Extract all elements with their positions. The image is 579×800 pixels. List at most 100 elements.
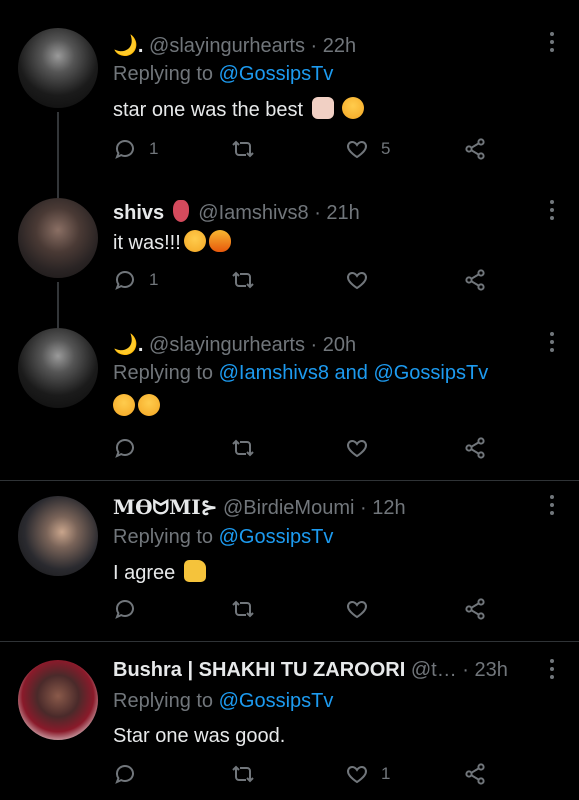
reply-button[interactable] [113, 436, 149, 460]
tweet-header: shivs @Iamshivs8 · 21h [113, 200, 360, 225]
tweet-actions: 1 [113, 268, 493, 298]
retweet-button[interactable] [231, 436, 267, 460]
like-button[interactable]: 5 [345, 137, 390, 161]
tweet-text: Star one was good. [113, 725, 286, 747]
display-name[interactable]: Bushra | SHAKHI TU ZAROORI [113, 659, 405, 681]
thread-line [57, 190, 59, 198]
timestamp[interactable]: · 22h [311, 35, 357, 57]
thumbs-up-emoji [183, 560, 206, 582]
retweet-icon [231, 436, 255, 460]
share-button[interactable] [463, 597, 487, 621]
more-icon[interactable] [549, 495, 555, 519]
tweet-actions [113, 436, 493, 466]
reply-icon [113, 137, 137, 161]
handle[interactable]: @t… [411, 659, 457, 681]
avatar[interactable] [18, 496, 98, 576]
share-button[interactable] [463, 268, 487, 292]
tweet-actions: 1 [113, 762, 493, 792]
replying-to: Replying to @GossipsTv [113, 690, 334, 712]
like-button[interactable] [345, 436, 381, 460]
reply-button[interactable]: 1 [113, 268, 158, 292]
mention-link[interactable]: @Iamshivs8 and @GossipsTv [219, 362, 489, 384]
tweet-text: star one was the best [113, 97, 365, 122]
avatar[interactable] [18, 198, 98, 278]
like-button[interactable]: 1 [345, 762, 390, 786]
more-icon[interactable] [549, 659, 555, 683]
tweet-5[interactable]: Bushra | SHAKHI TU ZAROORI @t… · 23h Rep… [0, 642, 579, 800]
retweet-button[interactable] [231, 762, 267, 786]
tweet-text: it was!!! [113, 230, 231, 255]
retweet-icon [231, 268, 255, 292]
tweet-header: 🌙. @slayingurhearts · 22h [113, 33, 356, 58]
timestamp[interactable]: · 21h [314, 202, 360, 224]
share-button[interactable] [463, 436, 487, 460]
display-name[interactable]: 🌙. [113, 334, 143, 356]
share-button[interactable] [463, 137, 487, 161]
tweet-3[interactable]: 🌙. @slayingurhearts · 20h Replying to @I… [0, 320, 579, 480]
timestamp[interactable]: · 12h [360, 497, 406, 519]
avatar[interactable] [18, 660, 98, 740]
more-icon[interactable] [549, 32, 555, 56]
fire-emoji [208, 230, 231, 252]
reply-icon [113, 597, 137, 621]
display-name[interactable]: MӨᗢMI⊱ [113, 495, 217, 519]
reply-button[interactable]: 1 [113, 137, 158, 161]
tweet-2[interactable]: shivs @Iamshivs8 · 21h it was!!! 1 [0, 190, 579, 322]
share-icon [463, 597, 487, 621]
tweet-header: 🌙. @slayingurhearts · 20h [113, 332, 356, 357]
tweet-header: MӨᗢMI⊱ @BirdieMoumi · 12h [113, 495, 406, 520]
ok-hand-emoji [311, 97, 334, 119]
heart-icon [345, 597, 369, 621]
like-button[interactable] [345, 268, 381, 292]
tweet-actions: 1 5 [113, 137, 493, 167]
retweet-button[interactable] [231, 268, 267, 292]
timestamp[interactable]: · 23h [462, 659, 508, 681]
thread-line [57, 282, 59, 322]
timestamp[interactable]: · 20h [311, 334, 357, 356]
rose-emoji [172, 200, 189, 222]
reply-count: 1 [149, 139, 159, 158]
more-icon[interactable] [549, 200, 555, 224]
heart-icon [345, 137, 369, 161]
reply-icon [113, 436, 137, 460]
heart-icon [345, 762, 369, 786]
display-name[interactable]: shivs [113, 202, 164, 224]
more-icon[interactable] [549, 332, 555, 356]
share-button[interactable] [463, 762, 487, 786]
reply-icon [113, 268, 137, 292]
reply-icon [113, 762, 137, 786]
mention-link[interactable]: @GossipsTv [219, 526, 334, 548]
heart-icon [345, 436, 369, 460]
share-icon [463, 436, 487, 460]
reply-button[interactable] [113, 597, 149, 621]
heart-icon [345, 268, 369, 292]
retweet-icon [231, 762, 255, 786]
tweet-text [113, 394, 160, 419]
like-button[interactable] [345, 597, 381, 621]
replying-to: Replying to @GossipsTv [113, 526, 334, 548]
tweet-header: Bushra | SHAKHI TU ZAROORI @t… · 23h [113, 659, 508, 682]
like-count: 5 [381, 139, 391, 158]
retweet-button[interactable] [231, 597, 267, 621]
handle[interactable]: @Iamshivs8 [198, 202, 308, 224]
reply-count: 1 [149, 270, 159, 289]
tweet-actions [113, 597, 493, 627]
thread-line [57, 320, 59, 328]
handle[interactable]: @slayingurhearts [149, 35, 305, 57]
handle[interactable]: @BirdieMoumi [223, 497, 354, 519]
mention-link[interactable]: @GossipsTv [219, 690, 334, 712]
avatar[interactable] [18, 328, 98, 408]
mention-link[interactable]: @GossipsTv [219, 63, 334, 85]
tweet-4[interactable]: MӨᗢMI⊱ @BirdieMoumi · 12h Replying to @G… [0, 481, 579, 641]
share-icon [463, 137, 487, 161]
avatar[interactable] [18, 28, 98, 108]
display-name[interactable]: 🌙. [113, 35, 143, 57]
like-count: 1 [381, 764, 391, 783]
retweet-icon [231, 597, 255, 621]
retweet-button[interactable] [231, 137, 267, 161]
replying-to: Replying to @Iamshivs8 and @GossipsTv [113, 362, 489, 384]
handle[interactable]: @slayingurhearts [149, 334, 305, 356]
reply-button[interactable] [113, 762, 149, 786]
tweet-1[interactable]: 🌙. @slayingurhearts · 22h Replying to @G… [0, 0, 579, 192]
crying-face-emoji [342, 97, 365, 119]
